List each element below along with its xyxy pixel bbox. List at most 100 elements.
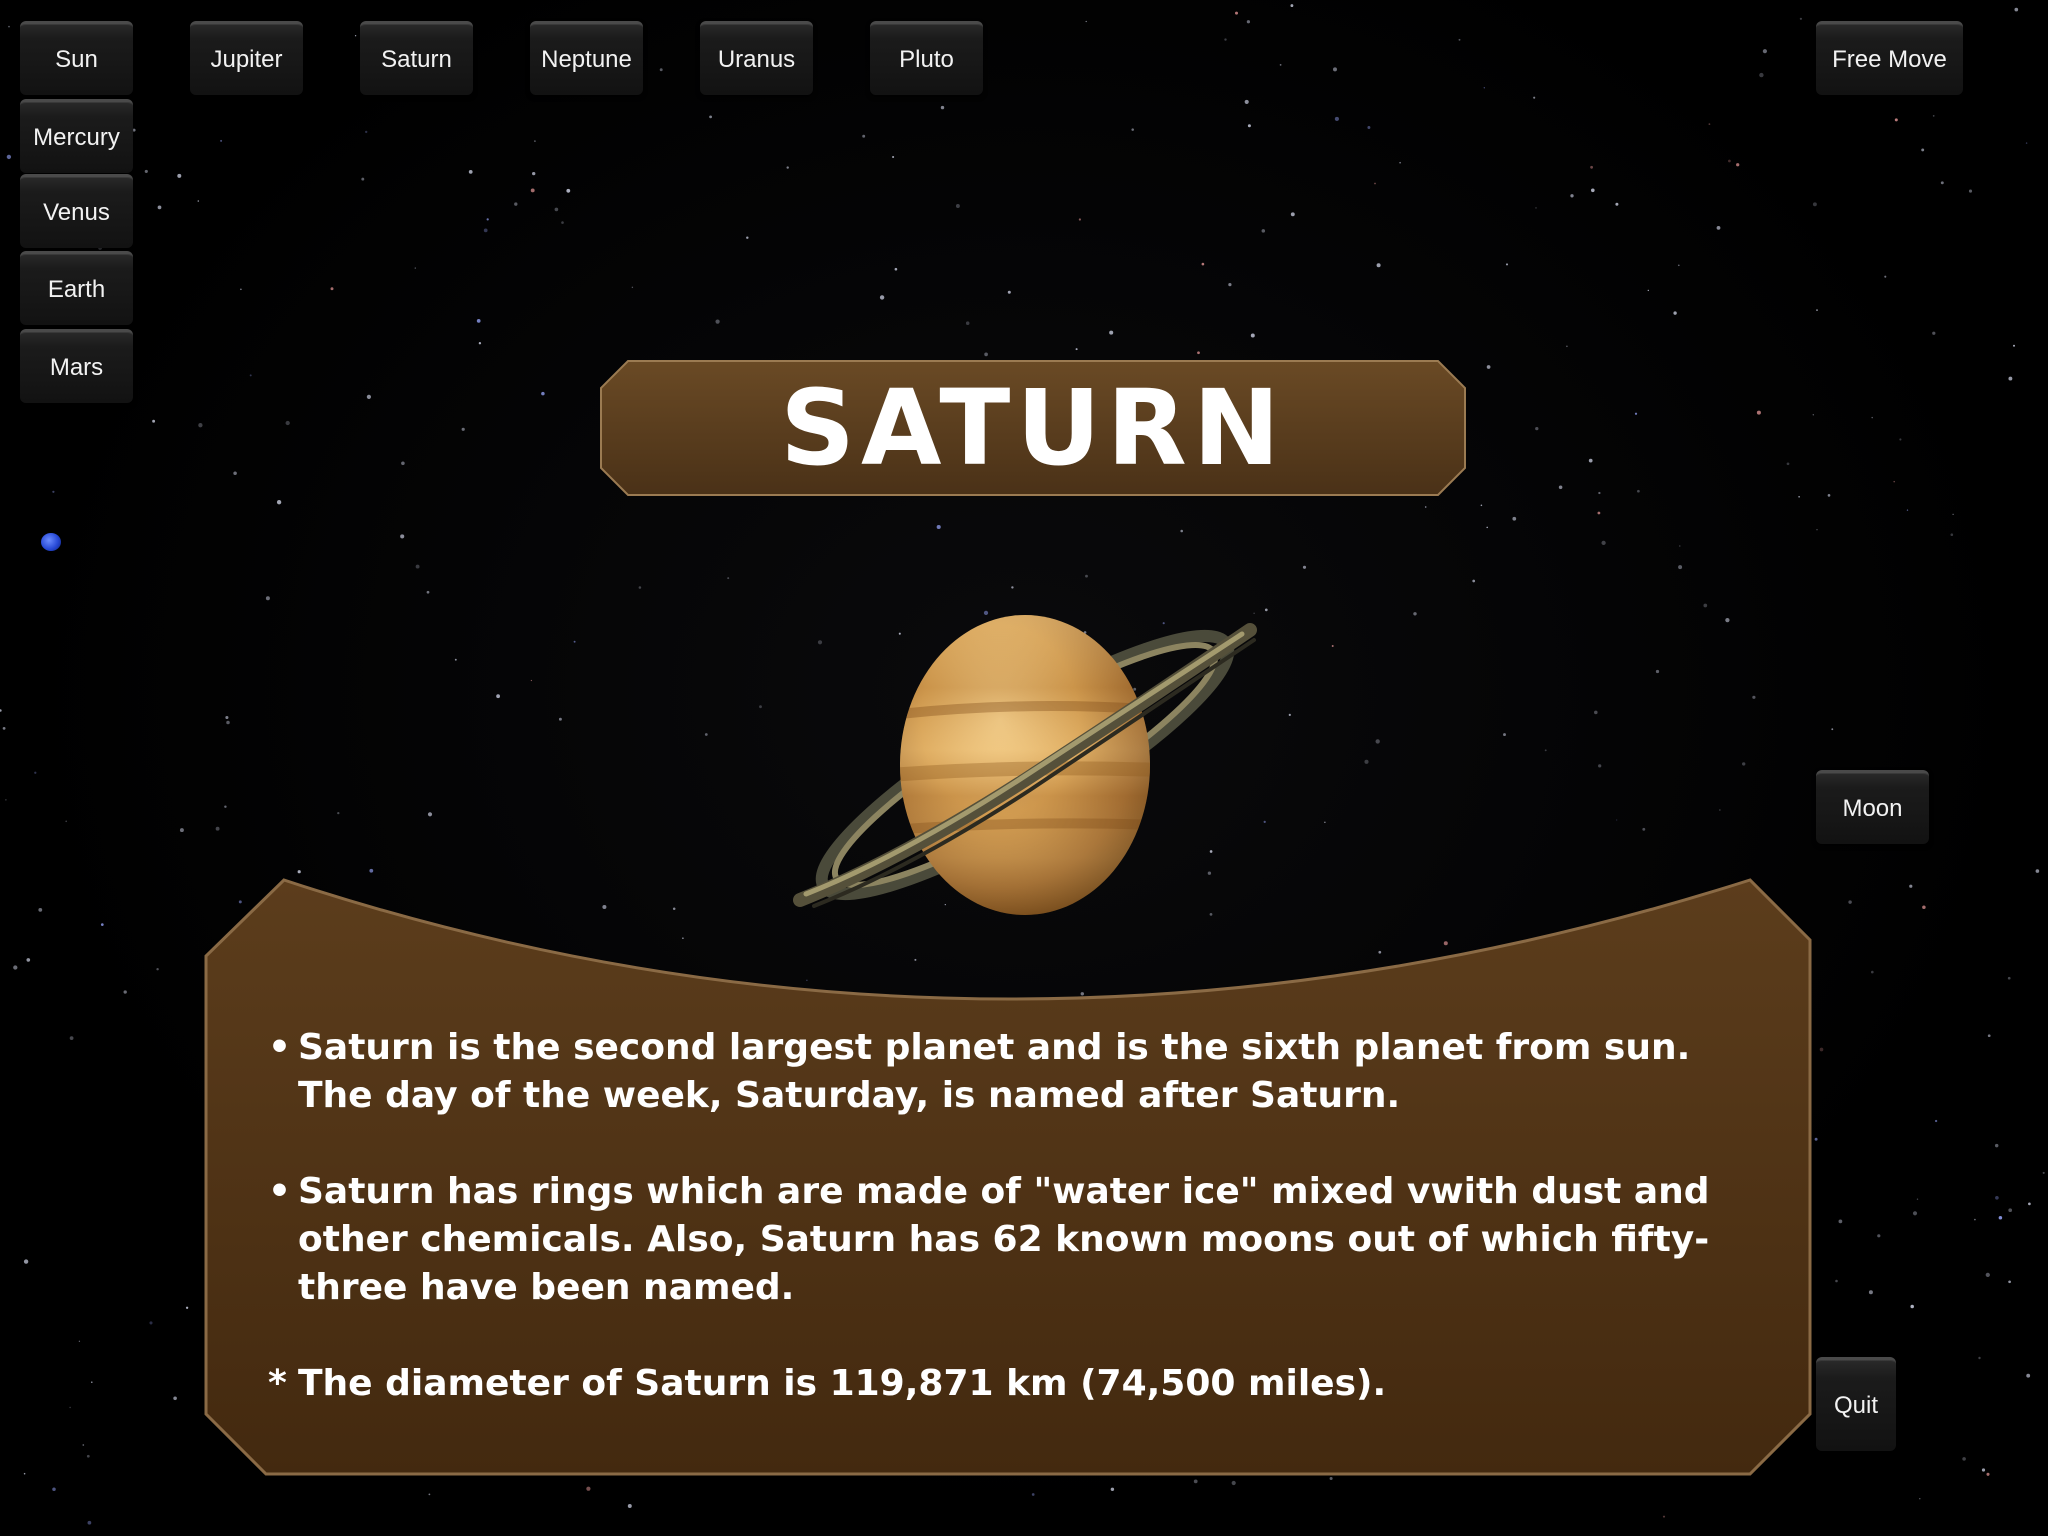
star <box>1912 1211 1918 1216</box>
star <box>1786 462 1790 466</box>
star <box>1985 1272 1990 1278</box>
star <box>1919 1498 1921 1500</box>
info-note: * The diameter of Saturn is 119,871 km (… <box>268 1360 1768 1408</box>
star <box>1399 161 1401 164</box>
bullet-marker: • <box>268 1171 292 1212</box>
star <box>26 958 31 962</box>
nav-button-sun[interactable]: Sun <box>20 21 133 95</box>
star <box>198 423 203 428</box>
title-banner: SATURN <box>600 360 1466 496</box>
star <box>1816 309 1818 311</box>
star <box>1367 126 1371 129</box>
info-panel: • Saturn is the second largest planet an… <box>204 878 1812 1476</box>
star <box>1910 1304 1914 1309</box>
star <box>1197 351 1200 355</box>
star <box>157 205 162 210</box>
star <box>179 828 184 833</box>
star <box>215 826 220 831</box>
star <box>1246 20 1251 24</box>
star <box>1503 733 1506 737</box>
nav-button-mercury[interactable]: Mercury <box>20 99 133 173</box>
star <box>1835 1279 1838 1283</box>
star <box>1180 529 1183 533</box>
star <box>1921 148 1925 152</box>
star <box>1505 263 1509 266</box>
star <box>428 1493 431 1496</box>
star <box>786 166 789 169</box>
star <box>1932 331 1936 335</box>
star <box>1812 414 1814 416</box>
star <box>1597 511 1601 515</box>
nav-button-earth[interactable]: Earth <box>20 251 133 325</box>
nav-button-jupiter[interactable]: Jupiter <box>190 21 303 95</box>
star <box>534 140 536 142</box>
star <box>86 1454 90 1458</box>
star <box>1962 1457 1966 1461</box>
star <box>337 811 340 815</box>
star <box>454 658 457 661</box>
star <box>566 188 571 193</box>
star <box>1601 540 1606 546</box>
star <box>369 868 374 873</box>
star <box>38 908 43 912</box>
star <box>82 1444 85 1446</box>
note-marker: * <box>268 1363 287 1404</box>
star <box>514 202 518 206</box>
star <box>1533 96 1536 99</box>
star <box>1950 533 1954 537</box>
nav-button-uranus[interactable]: Uranus <box>700 21 813 95</box>
star <box>1472 579 1476 583</box>
star <box>2013 344 2015 347</box>
star <box>1334 116 1339 121</box>
star <box>1011 586 1014 589</box>
star <box>940 105 945 110</box>
star <box>627 1504 632 1508</box>
star <box>1812 202 1817 207</box>
info-bullet-1-text: Saturn is the second largest planet and … <box>298 1027 1691 1116</box>
star <box>1078 218 1082 221</box>
star <box>1375 739 1380 744</box>
quit-button[interactable]: Quit <box>1816 1357 1896 1451</box>
star <box>1364 759 1369 764</box>
star <box>1131 128 1134 131</box>
star <box>984 352 988 357</box>
star <box>1952 513 1954 515</box>
star <box>892 155 895 159</box>
star <box>1647 289 1650 292</box>
star <box>2 727 6 730</box>
star <box>478 342 482 345</box>
moon-button[interactable]: Moon <box>1816 770 1929 844</box>
star <box>1302 565 1307 569</box>
star <box>1719 809 1721 811</box>
star <box>1231 1480 1236 1486</box>
nav-button-pluto[interactable]: Pluto <box>870 21 983 95</box>
star <box>1598 764 1602 768</box>
star <box>1616 819 1618 821</box>
star <box>401 461 405 466</box>
star <box>1986 1472 1990 1476</box>
star <box>1742 762 1746 766</box>
nav-button-mars[interactable]: Mars <box>20 329 133 403</box>
star <box>1642 827 1646 831</box>
free-move-button[interactable]: Free Move <box>1816 21 1963 95</box>
nav-button-venus[interactable]: Venus <box>20 174 133 248</box>
star <box>965 321 970 325</box>
star <box>561 221 564 224</box>
star <box>1486 365 1491 369</box>
star <box>1413 612 1417 616</box>
star <box>1588 458 1593 463</box>
star <box>468 170 473 174</box>
star <box>1827 494 1831 497</box>
star <box>638 586 642 589</box>
star <box>2014 7 2019 12</box>
star <box>144 169 148 173</box>
nav-button-neptune[interactable]: Neptune <box>530 21 643 95</box>
star <box>414 267 416 269</box>
star <box>1085 574 1088 578</box>
star <box>149 1321 153 1325</box>
star <box>100 923 104 926</box>
star <box>173 1396 177 1401</box>
nav-button-saturn[interactable]: Saturn <box>360 21 473 95</box>
bullet-marker: • <box>268 1027 292 1068</box>
star <box>152 419 156 423</box>
